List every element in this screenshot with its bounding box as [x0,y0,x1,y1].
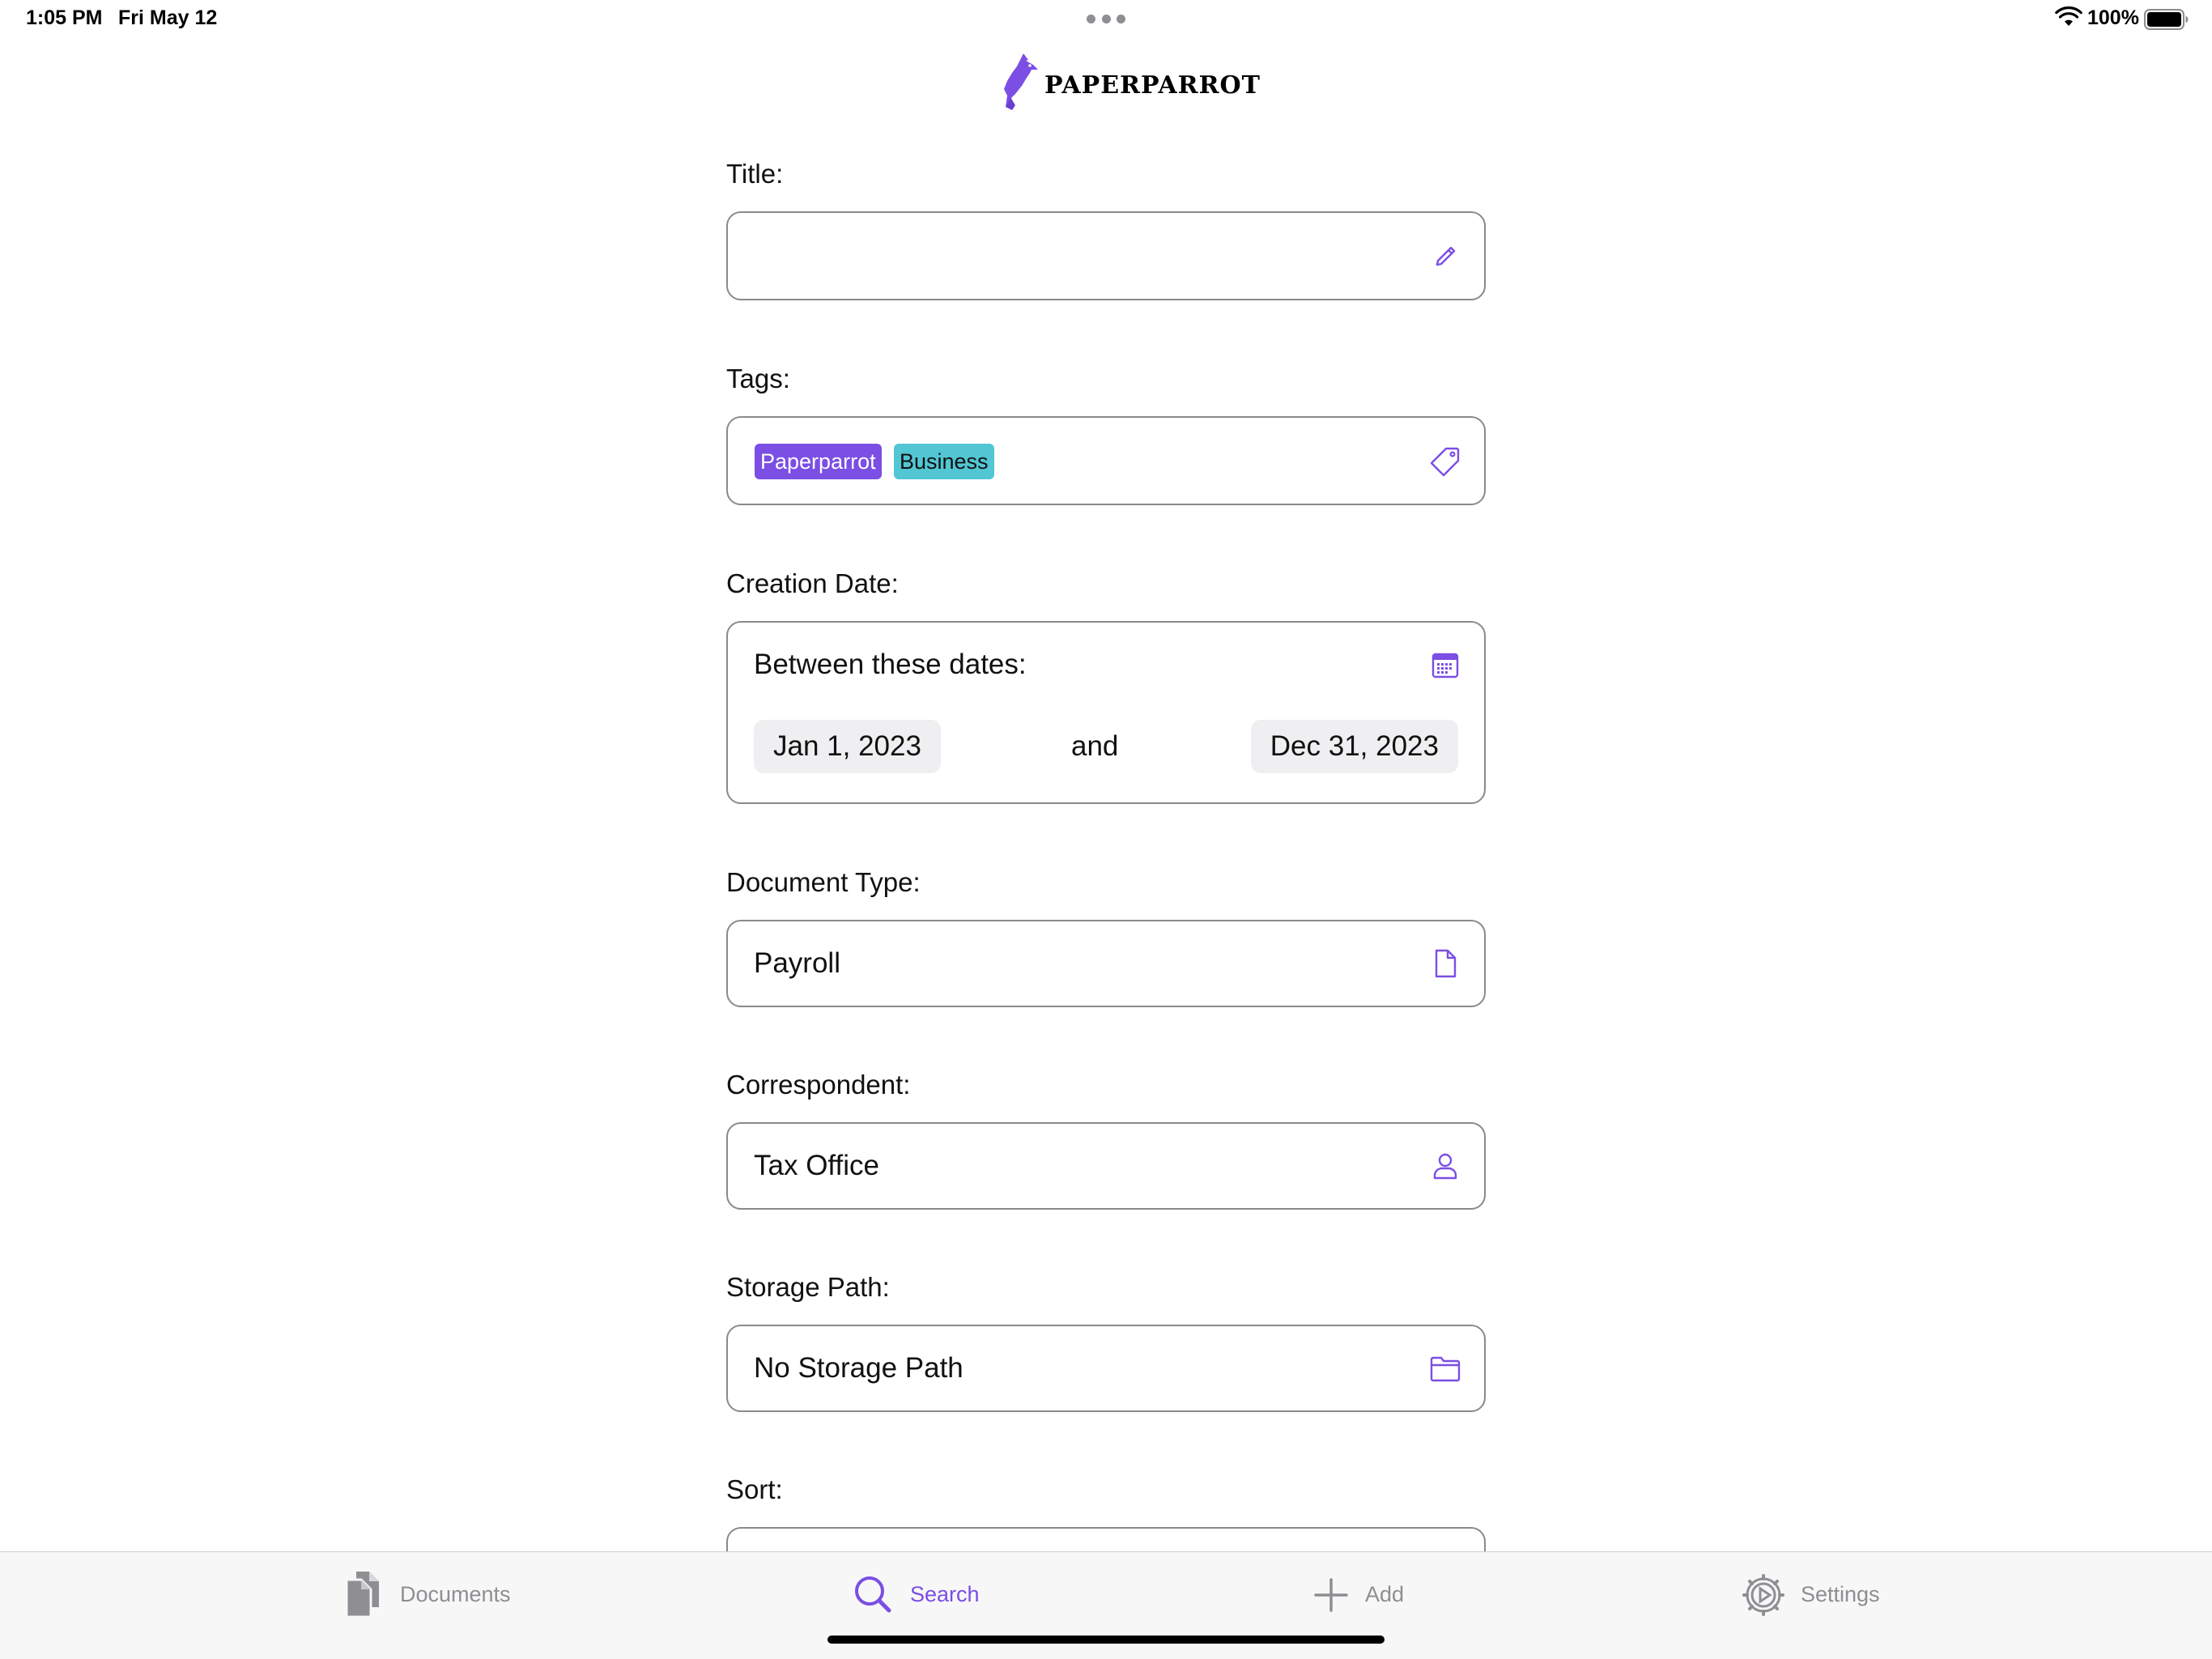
gear-icon [1742,1574,1784,1616]
tab-add[interactable]: Add [1313,1570,1404,1619]
app-logo-text: PAPERPARROT [1044,70,1261,100]
tab-documents[interactable]: Documents [342,1570,511,1619]
document-type-field[interactable]: Payroll [726,920,1486,1007]
date-range-mode[interactable]: Between these dates: [754,649,1027,681]
app-logo: PAPERPARROT [999,49,1261,110]
search-icon [855,1576,891,1613]
folder-icon [1430,1356,1461,1382]
status-bar: 1:05 PM Fri May 12 100% [0,0,2212,39]
tags-label: Tags: [726,364,790,393]
plus-icon [1314,1578,1348,1612]
wifi-icon [2055,6,2082,26]
tag-icon [1430,447,1460,477]
tab-settings-label: Settings [1801,1581,1880,1606]
document-type-label: Document Type: [726,867,921,897]
person-icon [1433,1153,1457,1180]
sort-label: Sort: [726,1474,783,1504]
battery-icon [2144,9,2189,30]
battery-percentage: 100% [2087,6,2139,29]
title-label: Title: [726,159,784,189]
storage-path-label: Storage Path: [726,1272,890,1302]
creation-date-label: Creation Date: [726,568,899,598]
document-icon [1435,949,1457,978]
tag-chip-paperparrot[interactable]: Paperparrot [755,444,882,479]
status-date: Fri May 12 [118,6,218,29]
tab-search-label: Search [910,1581,980,1606]
creation-date-field: Between these dates: Jan 1, 2023 and Dec… [726,621,1486,804]
correspondent-value: Tax Office [754,1150,879,1181]
tab-settings[interactable]: Settings [1742,1570,1880,1619]
home-indicator[interactable] [827,1636,1385,1644]
storage-path-field[interactable]: No Storage Path [726,1325,1486,1412]
document-type-value: Payroll [754,947,840,979]
title-field[interactable] [726,211,1486,300]
end-date-picker[interactable]: Dec 31, 2023 [1250,720,1458,773]
correspondent-field[interactable]: Tax Office [726,1122,1486,1210]
tags-field[interactable]: Paperparrot Business [726,416,1486,505]
tab-documents-label: Documents [400,1581,511,1606]
tag-chip-business[interactable]: Business [894,444,994,479]
tab-add-label: Add [1365,1581,1405,1606]
storage-path-value: No Storage Path [754,1352,963,1384]
correspondent-label: Correspondent: [726,1070,911,1100]
status-time: 1:05 PM [26,6,103,29]
pencil-icon [1436,246,1456,266]
multitasking-dots-icon[interactable] [1087,15,1125,24]
calendar-icon [1431,653,1459,678]
date-range-conjunction: and [1071,730,1119,762]
parrot-logo-icon [1004,53,1038,110]
tab-search[interactable]: Search [852,1570,980,1619]
start-date-picker[interactable]: Jan 1, 2023 [754,720,941,773]
documents-icon [345,1572,379,1619]
